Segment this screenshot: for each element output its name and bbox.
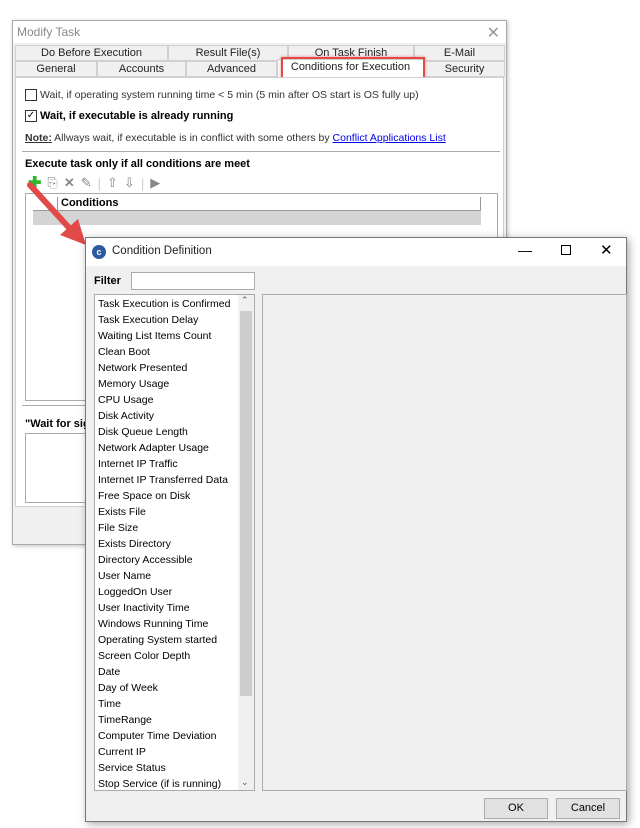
condition-list-item[interactable]: Time <box>95 696 254 712</box>
condition-list-item[interactable]: Clean Boot <box>95 344 254 360</box>
dialog-title: Condition Definition <box>112 245 212 257</box>
condition-list-item[interactable]: LoggedOn User <box>95 584 254 600</box>
condition-list-item[interactable]: Day of Week <box>95 680 254 696</box>
condition-list-item[interactable]: Screen Color Depth <box>95 648 254 664</box>
note: Note: Allways wait, if executable is in … <box>25 132 446 144</box>
condition-detail-panel <box>262 294 627 791</box>
wait-signal-label: "Wait for sig <box>25 418 90 430</box>
tab-advanced[interactable]: Advanced <box>186 61 277 77</box>
tab-result-files[interactable]: Result File(s) <box>168 45 288 61</box>
condition-list-item[interactable]: CPU Usage <box>95 392 254 408</box>
note-text: Allways wait, if executable is in confli… <box>51 132 333 144</box>
condition-list-item[interactable]: File Size <box>95 520 254 536</box>
condition-list-item[interactable]: Operating System started <box>95 632 254 648</box>
condition-list-item[interactable]: Service Status <box>95 760 254 776</box>
grid-row[interactable] <box>33 211 481 225</box>
maximize-icon[interactable] <box>561 245 571 255</box>
filter-label: Filter <box>94 275 121 287</box>
condition-list-item[interactable]: Waiting List Items Count <box>95 328 254 344</box>
tab-accounts[interactable]: Accounts <box>97 61 186 77</box>
scroll-down-icon[interactable]: ⌄ <box>241 777 249 788</box>
window-title: Modify Task <box>13 21 506 43</box>
condition-list-item[interactable]: Windows Running Time <box>95 616 254 632</box>
dialog-titlebar: c Condition Definition — ✕ <box>86 238 626 266</box>
grid-header-conditions: Conditions <box>57 197 481 211</box>
condition-list-item[interactable]: Memory Usage <box>95 376 254 392</box>
cancel-button[interactable]: Cancel <box>556 798 620 819</box>
scroll-up-icon[interactable]: ⌃ <box>241 295 249 306</box>
condition-list-item[interactable]: Network Presented <box>95 360 254 376</box>
conflict-applications-link[interactable]: Conflict Applications List <box>333 132 446 144</box>
condition-list-item[interactable]: Internet IP Traffic <box>95 456 254 472</box>
condition-list-item[interactable]: Stop Service (if is running) <box>95 776 254 790</box>
condition-list-item[interactable]: Disk Activity <box>95 408 254 424</box>
tab-do-before-execution[interactable]: Do Before Execution <box>15 45 168 61</box>
condition-list-item[interactable]: Task Execution is Confirmed <box>95 296 254 312</box>
tab-security[interactable]: Security <box>424 61 505 77</box>
condition-list-item[interactable]: Task Execution Delay <box>95 312 254 328</box>
condition-list-item[interactable]: Directory Accessible <box>95 552 254 568</box>
condition-list-item[interactable]: Computer Time Deviation <box>95 728 254 744</box>
condition-list-item[interactable]: User Inactivity Time <box>95 600 254 616</box>
run-icon[interactable]: ▶ <box>150 175 160 191</box>
wait-os-checkbox[interactable] <box>25 89 37 101</box>
grid-header: Conditions <box>33 197 481 211</box>
condition-list-item[interactable]: Disk Queue Length <box>95 424 254 440</box>
app-icon: c <box>92 245 106 259</box>
condition-list-item[interactable]: Date <box>95 664 254 680</box>
note-label: Note: <box>25 132 52 144</box>
conditions-heading: Execute task only if all conditions are … <box>25 158 250 170</box>
wait-exec-checkbox[interactable]: ✓ <box>25 110 37 122</box>
ok-button[interactable]: OK <box>484 798 548 819</box>
close-icon[interactable]: ✕ <box>487 23 500 43</box>
wait-exec-label: Wait, if executable is already running <box>40 110 234 122</box>
filter-input[interactable] <box>131 272 255 290</box>
condition-list-item[interactable]: TimeRange <box>95 712 254 728</box>
tab-general[interactable]: General <box>15 61 97 77</box>
separator: | <box>140 175 145 191</box>
condition-list-item[interactable]: User Name <box>95 568 254 584</box>
condition-list-item[interactable]: Network Adapter Usage <box>95 440 254 456</box>
move-up-icon[interactable]: ⇧ <box>107 175 118 191</box>
condition-list-item[interactable]: Free Space on Disk <box>95 488 254 504</box>
wait-os-label: Wait, if operating system running time <… <box>40 89 419 101</box>
divider <box>22 151 500 152</box>
condition-definition-dialog: c Condition Definition — ✕ Filter Task E… <box>85 237 627 822</box>
condition-list-item[interactable]: Current IP <box>95 744 254 760</box>
condition-list-item[interactable]: Exists File <box>95 504 254 520</box>
condition-list[interactable]: Task Execution is Confirmed Task Executio… <box>94 294 255 791</box>
condition-list-item[interactable]: Exists Directory <box>95 536 254 552</box>
minimize-icon[interactable]: — <box>518 242 532 258</box>
scrollbar[interactable]: ⌃ ⌄ <box>238 295 254 790</box>
scrollbar-thumb[interactable] <box>240 311 252 696</box>
move-down-icon[interactable]: ⇩ <box>124 175 135 191</box>
condition-list-item[interactable]: Internet IP Transferred Data <box>95 472 254 488</box>
tab-email[interactable]: E-Mail <box>414 45 505 61</box>
close-icon[interactable]: ✕ <box>600 241 613 259</box>
